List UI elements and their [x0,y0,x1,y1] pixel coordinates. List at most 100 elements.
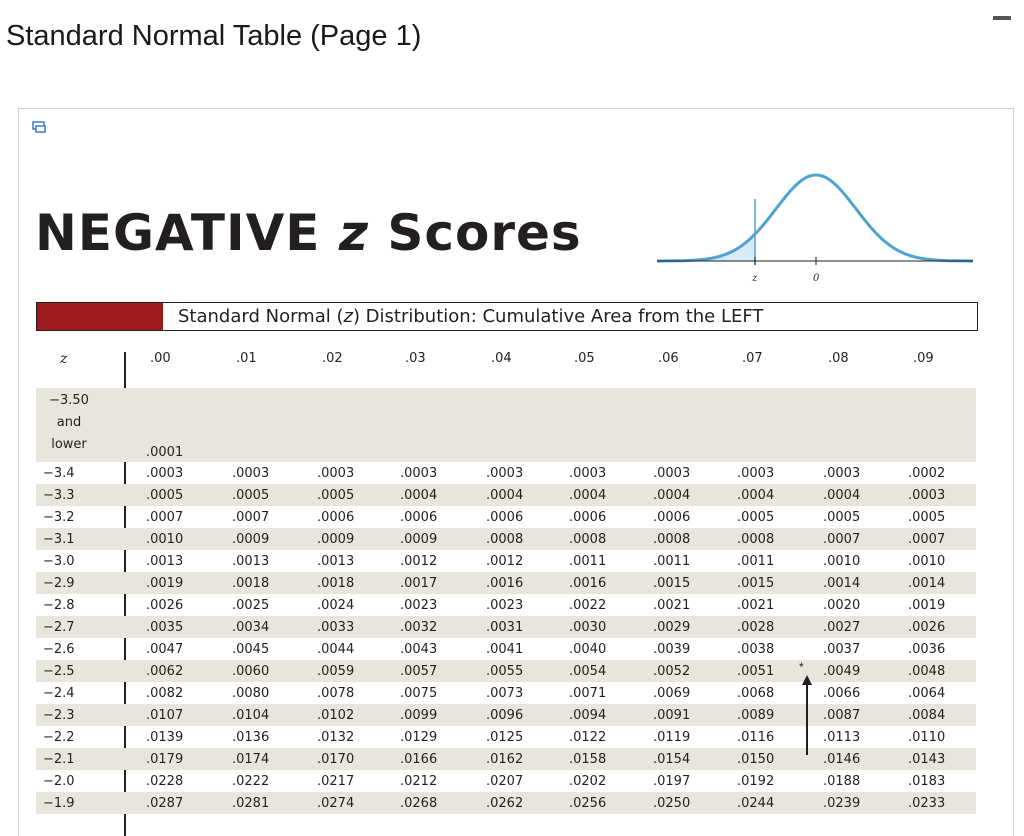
table-cell: .0192 [737,774,775,789]
table-cell: .0116 [737,730,775,745]
table-cell: .0031 [486,620,524,635]
table-cell: .0004 [400,488,438,503]
table-cell: .0035 [146,620,184,635]
table-cell: .0013 [317,554,355,569]
table-cell: .0228 [146,774,184,789]
table-cell: .0044 [317,642,355,657]
column-header-row: z .00 .01 .02 .03 .04 .05 .06 .07 .08 .0… [36,348,976,378]
table-cell: .0038 [737,642,775,657]
table-cell: .0004 [486,488,524,503]
column-header: .02 [322,351,343,366]
table-cell: .0107 [146,708,184,723]
column-header: .06 [658,351,679,366]
table-cell: .0066 [823,686,861,701]
table-cell: .0102 [317,708,355,723]
table-cell: .0003 [232,466,270,481]
table-row: −2.6 .0047 .0045 .0044 .0043 .0041 .0040 .0039.… [36,638,976,660]
z-value-label: −2.9 [43,576,75,591]
heading-post: Scores [368,204,582,262]
z-value-label: −2.1 [43,752,75,767]
minimize-icon[interactable] [993,16,1011,20]
table-row: −3.4 .0003 .0003 .0003 .0003 .0003 .0003 .0003.… [36,462,976,484]
table-cell: .0037 [823,642,861,657]
table-cell: .0078 [317,686,355,701]
table-cell: .0027 [823,620,861,635]
table-cell: .0019 [908,598,946,613]
caption-post: ) Distribution: Cumulative Area from the… [352,306,764,327]
table-cell: .0022 [569,598,607,613]
table-cell: .0222 [232,774,270,789]
table-cell: .0122 [569,730,607,745]
expand-image-icon[interactable] [32,121,46,133]
table-cell: .0250 [653,796,691,811]
table-cell: .0154 [653,752,691,767]
table-row: −3.0 .0013 .0013 .0013 .0012 .0012 .0011 .0011.… [36,550,976,572]
column-header: .01 [236,351,257,366]
table-row: −3.1 .0010 .0009 .0009 .0009 .0008 .0008 .0008.… [36,528,976,550]
table-cell: .0179 [146,752,184,767]
table-cell: .0082 [146,686,184,701]
table-cell: .0003 [569,466,607,481]
table-cell: .0096 [486,708,524,723]
table-cell: .0008 [737,532,775,547]
table-cell: .0006 [486,510,524,525]
table-cell: .0091 [653,708,691,723]
table-cell: .0026 [146,598,184,613]
table-cell: .0005 [232,488,270,503]
table-cell: .0009 [400,532,438,547]
table-cell: .0068 [737,686,775,701]
table-cell: .0062 [146,664,184,679]
table-row: −2.5 .0062 .0060 .0059 .0057 .0055 .0054 .0052.… [36,660,976,682]
z-value-label: −2.3 [43,708,75,723]
z-value-label: −2.5 [43,664,75,679]
table-cell: .0021 [737,598,775,613]
table-cell: .0012 [486,554,524,569]
table-cell: .0009 [232,532,270,547]
table-cell: .0002 [908,466,946,481]
z-value-label: −2.0 [43,774,75,789]
table-cell: .0143 [908,752,946,767]
z-value-label: −3.3 [43,488,75,503]
table-cell: .0033 [317,620,355,635]
table-cell: .0003 [653,466,691,481]
table-row: −2.2 .0139 .0136 .0132 .0129 .0125 .0122 .0119.… [36,726,976,748]
table-cell: .0007 [908,532,946,547]
table-cell: .0045 [232,642,270,657]
table-cell: .0018 [317,576,355,591]
figure-heading: NEGATIVE z Scores [35,204,582,262]
table-cell: .0047 [146,642,184,657]
table-cell: .0007 [823,532,861,547]
table-cell: .0119 [653,730,691,745]
table-cell: .0057 [400,664,438,679]
table-cell: .0146 [823,752,861,767]
table-cell: .0174 [232,752,270,767]
table-cell: .0207 [486,774,524,789]
table-cell: .0005 [737,510,775,525]
table-cell: .0084 [908,708,946,723]
bell-curve [657,173,973,263]
table-cell: .0080 [232,686,270,701]
table-cell: .0104 [232,708,270,723]
table-cell: .0011 [737,554,775,569]
table-cell: .0006 [317,510,355,525]
z-value-label: −2.8 [43,598,75,613]
table-cell: .0217 [317,774,355,789]
table-cell: .0162 [486,752,524,767]
table-cell: .0012 [400,554,438,569]
caption-pre: Standard Normal ( [178,306,344,327]
marker-arrow-icon [802,675,812,755]
table-cell: .0011 [569,554,607,569]
z-table-body: −3.50 and lower .0001 −3.4 .0003 .0003 .000… [36,388,976,814]
table-row: −2.8 .0026 .0025 .0024 .0023 .0023 .0022 .0021.… [36,594,976,616]
table-cell: .0010 [908,554,946,569]
table-cell: .0016 [486,576,524,591]
table-cell: .0274 [317,796,355,811]
table-cell: .0054 [569,664,607,679]
caption-text: Standard Normal (z) Distribution: Cumula… [178,306,763,327]
z-value-label: −2.2 [43,730,75,745]
table-cell: .0005 [317,488,355,503]
table-cell: .0021 [653,598,691,613]
table-cell: .0016 [569,576,607,591]
table-cell: .0004 [569,488,607,503]
table-cell: .0281 [232,796,270,811]
